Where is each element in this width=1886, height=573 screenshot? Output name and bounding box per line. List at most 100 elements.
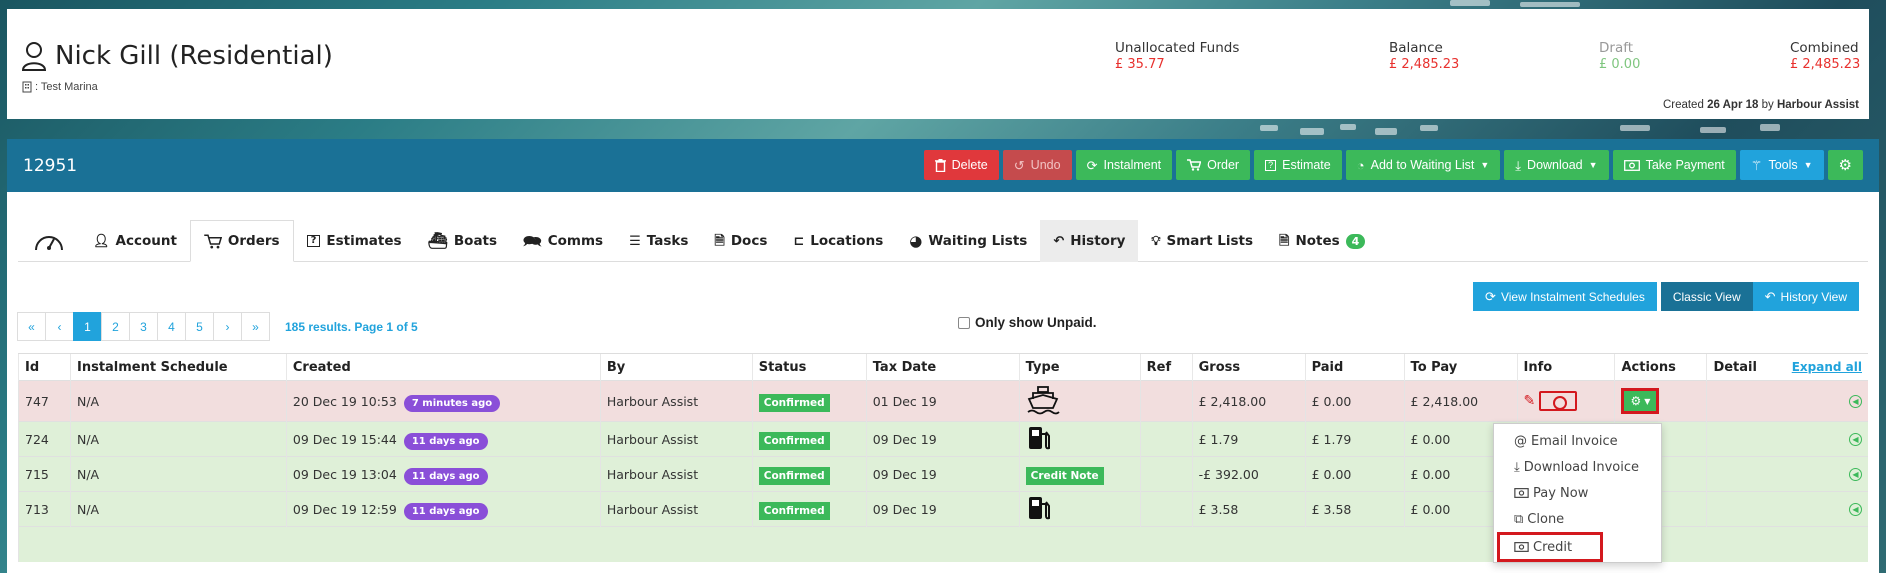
tab-smart-lists[interactable]: 💡︎ Smart Lists [1138,220,1266,262]
cell-type [1018,491,1141,527]
menu-item-label: Credit [1533,539,1573,555]
tab-bar: 👤︎ Account Orders ? Estimates ⛴ Boats 🗪 … [18,220,1868,262]
order-button[interactable]: Order [1176,150,1251,180]
ship-icon: ⛴ [427,231,448,250]
col-tax-date[interactable]: Tax Date [865,353,1020,381]
tab-history[interactable]: ↶ History [1040,220,1139,262]
page-last[interactable]: » [241,312,270,341]
cell-created: 09 Dec 19 12:59 11 days ago [285,491,601,527]
stat-label: Combined [1790,40,1859,56]
question-box-icon: ? [306,235,321,247]
tools-button[interactable]: ⚚ Tools ▼ [1739,150,1824,180]
cell-id: 713 [18,491,71,527]
view-instalment-schedules-button[interactable]: ⟳ View Instalment Schedules [1473,282,1657,311]
page-5[interactable]: 5 [185,312,214,341]
menu-item-credit[interactable]: Credit [1497,532,1603,562]
settings-button[interactable]: ⚙ [1827,150,1863,180]
tab-label: Orders [227,233,280,249]
money-icon[interactable] [1539,391,1578,411]
tab-boats[interactable]: ⛴ Boats [415,220,510,262]
download-label: Download [1527,158,1583,172]
menu-item-download-invoice[interactable]: ⤓ Download Invoice [1494,454,1661,480]
expand-row-icon[interactable]: ◀ [1849,467,1862,481]
created-line: Created 26 Apr 18 by Harbour Assist [1663,99,1859,111]
stat-combined: Combined £ 2,485.23 [1790,40,1860,72]
menu-item-label: Pay Now [1533,485,1589,501]
tab-docs[interactable]: 🗎 Docs [701,220,780,262]
cell-to-pay: £ 2,418.00 [1403,380,1518,422]
page-2[interactable]: 2 [101,312,130,341]
history-view-button[interactable]: ↶ History View [1752,282,1859,311]
clock-icon: ◔ [1356,157,1365,173]
menu-item-label: Download Invoice [1523,459,1639,475]
tab-tasks[interactable]: ☰ Tasks [616,220,701,262]
estimate-button[interactable]: ? Estimate [1254,150,1342,180]
page-3[interactable]: 3 [129,312,158,341]
col-id[interactable]: Id [18,353,71,381]
tasks-icon: ☰ [629,233,641,249]
menu-item-clone[interactable]: ⧉ Clone [1494,506,1661,532]
tab-waiting-lists[interactable]: ◕ Waiting Lists [896,220,1040,262]
cell-info: ✎ [1516,380,1615,422]
undo-button[interactable]: ↺ Undo [1002,150,1072,180]
page-first[interactable]: « [17,312,46,341]
table-header-row: Id Instalment Schedule Created By Status… [18,353,1868,381]
site-label: : Test Marina [35,81,98,93]
col-schedule[interactable]: Instalment Schedule [69,353,287,381]
tab-dashboard[interactable] [18,220,80,262]
cell-created: 09 Dec 19 15:44 11 days ago [285,421,601,457]
instalment-button[interactable]: ⟳ Instalment [1075,150,1173,180]
only-unpaid-checkbox[interactable] [958,316,970,329]
tab-orders[interactable]: Orders [189,220,294,262]
cell-ref [1139,421,1193,457]
row-actions-button[interactable]: ⚙ ▼ [1621,388,1660,414]
copy-icon: ⧉ [1514,511,1524,527]
cell-id: 747 [18,380,71,422]
col-created[interactable]: Created [285,353,601,381]
expand-all-link[interactable]: Expand all [1792,360,1862,374]
tab-account[interactable]: 👤︎ Account [80,220,190,262]
col-by[interactable]: By [599,353,753,381]
estimate-label: Estimate [1282,158,1331,172]
col-to-pay[interactable]: To Pay [1403,353,1518,381]
col-status[interactable]: Status [751,353,867,381]
add-to-waiting-list-button[interactable]: ◔ Add to Waiting List ▼ [1345,150,1501,180]
caret-down-icon: ▼ [1803,159,1813,170]
cell-by: Harbour Assist [599,380,753,422]
menu-item-pay-now[interactable]: Pay Now [1494,480,1661,506]
stat-value: £ 35.77 [1115,57,1165,72]
classic-view-button[interactable]: Classic View [1660,282,1753,311]
tab-estimates[interactable]: ? Estimates [294,220,415,262]
page-prev[interactable]: ‹ [45,312,74,341]
page-4[interactable]: 4 [157,312,186,341]
page-next[interactable]: › [213,312,242,341]
pencil-icon[interactable]: ✎ [1524,393,1536,409]
take-payment-button[interactable]: Take Payment [1612,150,1736,180]
menu-item-label: Email Invoice [1531,433,1618,449]
order-label: Order [1207,158,1240,172]
ago-badge: 11 days ago [403,502,488,520]
delete-button[interactable]: Delete [923,150,999,180]
table-row[interactable]: 747 N/A 20 Dec 19 10:53 7 minutes ago Ha… [18,380,1868,422]
page-1[interactable]: 1 [73,312,102,341]
download-button[interactable]: ⤓ Download ▼ [1504,150,1609,180]
created-date: 09 Dec 19 13:04 [292,466,397,482]
expand-row-icon[interactable]: ◀ [1849,502,1862,516]
expand-row-icon[interactable]: ◀ [1849,394,1862,408]
tab-label: Estimates [326,233,402,249]
tab-comms[interactable]: 🗪 Comms [510,220,616,262]
money-icon [1623,159,1640,171]
created-date: 20 Dec 19 10:53 [292,393,397,409]
tab-locations[interactable]: ⊏ Locations [780,220,896,262]
tab-label: Notes [1295,233,1340,249]
tab-notes[interactable]: 🗎 Notes 4 [1266,220,1378,262]
col-ref[interactable]: Ref [1139,353,1193,381]
col-gross[interactable]: Gross [1191,353,1306,381]
col-type[interactable]: Type [1018,353,1141,381]
col-paid[interactable]: Paid [1304,353,1405,381]
menu-item-email-invoice[interactable]: @ Email Invoice [1494,428,1661,454]
tab-label: Locations [810,233,884,249]
expand-row-icon[interactable]: ◀ [1849,432,1862,446]
only-unpaid-filter[interactable]: Only show Unpaid. [958,315,1097,330]
cell-schedule: N/A [69,421,287,457]
